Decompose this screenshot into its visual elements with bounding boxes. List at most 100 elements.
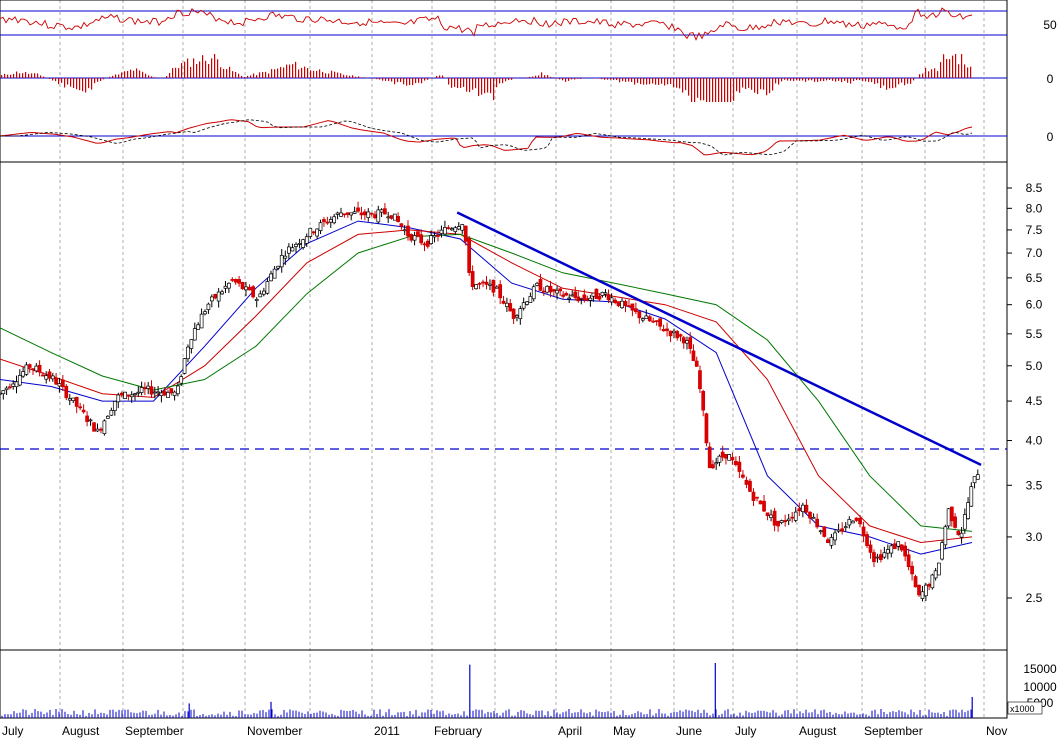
momentum-bar — [460, 78, 462, 88]
candle-body — [379, 209, 384, 213]
momentum-bar — [340, 73, 342, 78]
volume-tick-label: 15000 — [1023, 662, 1057, 676]
momentum-bar — [325, 73, 327, 78]
candle-body — [930, 574, 935, 589]
momentum-bar — [694, 78, 696, 102]
candle-body — [345, 212, 350, 215]
x-axis-label: May — [613, 724, 636, 738]
momentum-bar — [64, 78, 66, 88]
candle-body — [206, 303, 211, 311]
candle-body — [552, 289, 556, 292]
momentum-bar — [364, 77, 366, 78]
momentum-bar — [541, 72, 543, 78]
candle-body — [311, 231, 316, 234]
price-tick-label: 8.0 — [1026, 201, 1043, 215]
candle-body — [498, 284, 503, 299]
momentum-bar — [721, 78, 723, 102]
momentum-bar — [289, 64, 291, 78]
candle-body — [0, 392, 2, 395]
momentum-bar — [424, 78, 426, 81]
x-axis-label: 2011 — [374, 724, 400, 738]
candle-body — [467, 238, 472, 273]
momentum-bar — [40, 75, 42, 78]
momentum-bar — [937, 71, 939, 78]
momentum-bar — [640, 78, 642, 85]
candle-body — [494, 286, 499, 289]
x-axis-label: July — [2, 724, 23, 738]
momentum-bar — [385, 78, 387, 81]
momentum-bar — [34, 73, 36, 78]
momentum-bar — [172, 68, 174, 78]
candle-body — [17, 375, 22, 386]
candle-body — [389, 215, 394, 219]
candle-body — [159, 392, 164, 397]
momentum-bar — [28, 73, 30, 78]
momentum-bar — [601, 78, 603, 80]
momentum-bar — [634, 78, 636, 85]
momentum-bar — [406, 78, 408, 86]
momentum-bar — [832, 78, 834, 81]
momentum-bar — [382, 78, 384, 81]
candle-body — [889, 545, 894, 554]
candle-body — [279, 255, 284, 268]
momentum-bar — [175, 67, 177, 78]
candle-body — [109, 410, 114, 416]
candle-body — [570, 294, 575, 297]
candle-body — [910, 565, 914, 575]
candle-body — [940, 542, 944, 560]
candle-body — [409, 234, 414, 241]
momentum-bar — [943, 54, 945, 78]
momentum-bar — [505, 78, 507, 82]
momentum-bar — [808, 78, 810, 81]
candle-body — [704, 413, 709, 444]
momentum-bar — [301, 67, 303, 78]
momentum-bar — [724, 78, 726, 102]
candle-body — [460, 224, 465, 231]
momentum-bar — [730, 78, 732, 102]
momentum-bar — [934, 68, 936, 78]
momentum-bar — [412, 78, 414, 86]
candle-body — [582, 294, 587, 301]
momentum-bar — [622, 78, 624, 82]
momentum-bar — [709, 78, 711, 102]
x-axis-label: August — [799, 724, 837, 738]
candle-body — [847, 519, 852, 526]
momentum-bar — [184, 61, 186, 78]
candle-body — [419, 234, 424, 244]
candle-body — [613, 299, 617, 303]
momentum-bar — [442, 75, 444, 78]
momentum-bar — [151, 76, 153, 78]
momentum-bar — [754, 78, 756, 93]
momentum-bar — [124, 71, 126, 78]
candle-body — [315, 228, 319, 237]
momentum-bar — [463, 78, 465, 87]
candle-body — [64, 385, 69, 399]
candle-body — [54, 377, 58, 385]
candle-body — [269, 273, 273, 282]
candle-body — [21, 371, 25, 377]
candle-body — [223, 285, 228, 289]
candle-body — [152, 391, 157, 394]
momentum-bar — [16, 71, 18, 78]
candle-body — [899, 544, 904, 551]
momentum-bar — [1, 75, 3, 78]
momentum-bar — [397, 78, 399, 83]
candle-body — [675, 331, 680, 339]
momentum-bar — [706, 78, 708, 102]
candle-body — [230, 279, 235, 281]
momentum-bar — [763, 78, 765, 90]
momentum-bar — [664, 78, 666, 86]
candle-body — [917, 584, 921, 596]
candle-body — [640, 318, 645, 321]
candle-body — [651, 320, 656, 323]
candle-body — [60, 379, 65, 388]
momentum-bar — [403, 78, 405, 85]
candle-body — [112, 401, 117, 411]
candle-body — [169, 388, 174, 394]
momentum-bar — [571, 78, 573, 80]
candle-body — [449, 228, 454, 231]
momentum-bar — [568, 78, 570, 81]
momentum-bar — [697, 78, 699, 98]
momentum-bar — [829, 78, 831, 80]
candle-body — [149, 386, 154, 395]
